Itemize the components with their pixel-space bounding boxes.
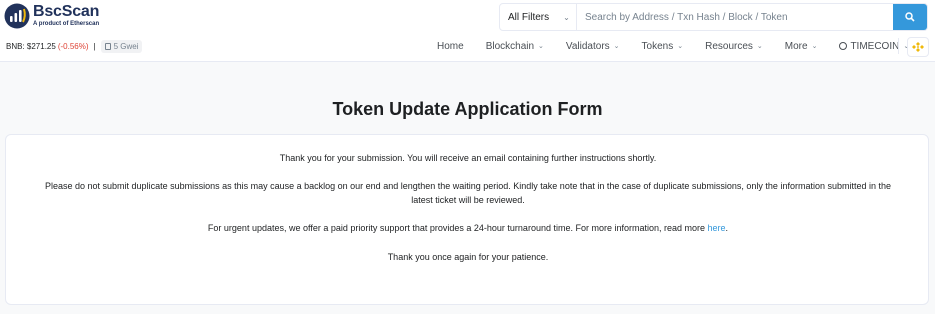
message-duplicate-warning: Please do not submit duplicate submissio… <box>16 179 920 207</box>
message-duplicate-warning-line1: Please do not submit duplicate submissio… <box>45 181 891 191</box>
search-filter-select[interactable]: All Filters ⌄ <box>500 4 577 30</box>
nav-home[interactable]: Home <box>437 41 464 52</box>
gas-value: 5 Gwei <box>113 42 139 51</box>
message-urgent-text: For urgent updates, we offer a paid prio… <box>207 223 706 233</box>
brand-logo[interactable]: BscScan A product of Etherscan <box>4 3 99 29</box>
gas-price[interactable]: 5 Gwei <box>100 40 143 53</box>
nav-label: Home <box>437 40 464 52</box>
nav-resources[interactable]: Resources ⌄ <box>705 41 763 52</box>
nav-label: Validators <box>565 40 610 52</box>
page-title: Token Update Application Form <box>332 99 603 119</box>
chevron-down-icon: ⌄ <box>811 43 818 50</box>
message-urgent-period: . <box>725 223 729 233</box>
nav-blockchain[interactable]: Blockchain ⌄ <box>486 41 544 52</box>
search-bar: All Filters ⌄ <box>499 3 928 31</box>
nav-label: Tokens <box>641 40 674 52</box>
bnb-icon <box>912 42 924 52</box>
price-change: (-0.56%) <box>57 42 89 51</box>
gas-pump-icon <box>104 43 111 50</box>
brand-name: BscScan <box>33 3 100 20</box>
ticker-separator: | <box>93 42 96 51</box>
search-input[interactable] <box>577 4 893 30</box>
chevron-down-icon: ⌄ <box>756 43 763 50</box>
nav-label: Blockchain <box>485 40 535 52</box>
user-circle-icon <box>839 42 848 50</box>
main-nav: Home Blockchain ⌄ Validators ⌄ Tokens ⌄ … <box>437 36 931 56</box>
search-filter-label: All Filters <box>508 11 550 23</box>
submission-message-card: Thank you for your submission. You will … <box>5 134 929 305</box>
nav-more[interactable]: More ⌄ <box>785 41 818 52</box>
search-icon <box>905 12 915 22</box>
message-duplicate-warning-line2: latest ticket will be reviewed. <box>411 195 525 205</box>
site-header: BscScan A product of Etherscan All Filte… <box>0 0 935 62</box>
chevron-down-icon: ⌄ <box>613 43 620 50</box>
nav-label: Resources <box>705 40 753 52</box>
message-patience: Thank you once again for your patience. <box>387 252 549 262</box>
user-name: TIMECOIN <box>850 40 900 52</box>
nav-tokens[interactable]: Tokens ⌄ <box>642 41 684 52</box>
nav-divider <box>898 38 899 54</box>
chevron-down-icon: ⌄ <box>677 43 684 50</box>
message-thanks: Thank you for your submission. You will … <box>279 153 657 163</box>
brand-tagline: A product of Etherscan <box>33 21 100 27</box>
brand-text: BscScan A product of Etherscan <box>33 4 99 28</box>
chevron-down-icon: ⌄ <box>563 12 570 22</box>
read-more-link[interactable]: here <box>708 223 726 233</box>
message-urgent-updates: For urgent updates, we offer a paid prio… <box>16 221 920 235</box>
search-button[interactable] <box>893 4 927 30</box>
nav-label: More <box>784 40 808 52</box>
bnb-price: BNB: $271.25 <box>6 42 56 51</box>
bnb-network-button[interactable] <box>907 37 929 57</box>
price-ticker: BNB: $271.25 (-0.56%) | 5 Gwei <box>6 40 143 53</box>
chevron-down-icon: ⌄ <box>538 43 544 50</box>
bscscan-logo-icon <box>4 3 30 29</box>
nav-validators[interactable]: Validators ⌄ <box>566 41 620 52</box>
